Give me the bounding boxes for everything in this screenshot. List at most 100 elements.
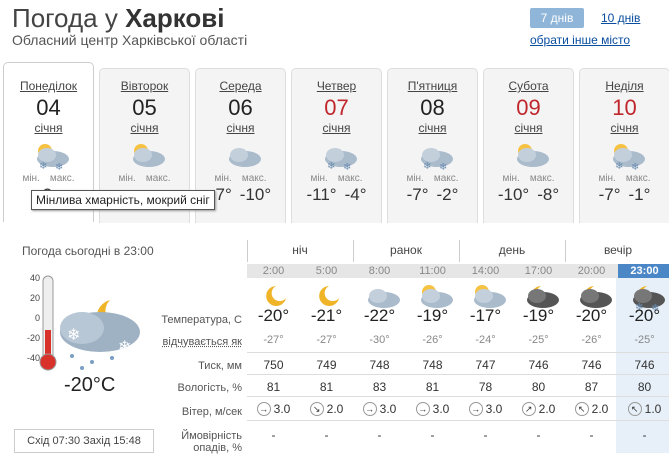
day-name[interactable]: Четвер: [292, 79, 381, 93]
min-temp: -11°: [306, 185, 337, 204]
svg-text:❄: ❄: [118, 339, 131, 356]
hour-prec: -: [536, 428, 541, 442]
label-temperature: Температура, С: [161, 314, 242, 326]
hour-time: 5:00: [315, 265, 338, 277]
hour-time: 20:00: [577, 265, 606, 277]
row-divider: [247, 352, 669, 353]
hour-prec: -: [271, 428, 276, 442]
hour-hum: 81: [425, 380, 440, 394]
hour-prec: -: [430, 428, 435, 442]
hour-wind: ↖ 2.0: [565, 402, 618, 416]
day-name[interactable]: Неділя: [580, 79, 669, 93]
hour-time: 11:00: [419, 265, 446, 277]
svg-text:❄: ❄: [631, 162, 639, 173]
period-10-days-link[interactable]: 10 днів: [601, 8, 640, 28]
day-month: січня: [514, 121, 543, 135]
scale-label: -40: [27, 353, 40, 363]
hour-press: 748: [422, 358, 443, 372]
wind-speed: 3.0: [432, 402, 450, 416]
label-precip-1: Ймовірність: [181, 430, 242, 442]
wind-direction-icon: →: [415, 402, 430, 416]
max-label: макс.: [241, 173, 267, 184]
wind-speed: 2.0: [326, 402, 344, 416]
min-label: мін.: [406, 173, 424, 184]
hourly-forecast-table: ніч ранок день вечір 2:00 5:00 8:00 11:00 14:00 1…: [247, 240, 669, 453]
page-subtitle: Обласний центр Харківської області: [12, 32, 248, 48]
wind-direction-icon: →: [468, 402, 483, 416]
day-tab[interactable]: Четвер 07 січня ❄ ❄ мін. макс. -11° -4°: [291, 68, 382, 223]
label-precip-2: опадів, %: [193, 442, 242, 454]
hour-temp: -19°: [522, 306, 555, 325]
hour-wind: → 3.0: [353, 402, 406, 416]
day-date: 07: [324, 95, 349, 120]
min-label: мін.: [214, 173, 232, 184]
hour-wind: → 3.0: [406, 402, 459, 416]
wind-speed: 3.0: [273, 402, 291, 416]
day-month: січня: [226, 121, 255, 135]
hour-press: 746: [581, 358, 602, 372]
day-name[interactable]: Вівторок: [100, 79, 189, 93]
svg-text:❄: ❄: [615, 161, 623, 172]
cloudy-icon: [217, 139, 265, 171]
wind-speed: 2.0: [538, 402, 556, 416]
hour-time: 2:00: [262, 265, 285, 277]
current-temperature: -20°C: [64, 374, 116, 396]
hour-prec: -: [483, 428, 488, 442]
cloud-sun-snow-rain-icon: ❄ ❄: [25, 139, 73, 173]
hour-press: 746: [634, 358, 655, 372]
max-temp: -2°: [436, 185, 459, 204]
period-7-days-button[interactable]: 7 днів: [530, 8, 584, 28]
day-tab[interactable]: Субота 09 січня мін. макс. -10° -8°: [483, 68, 574, 223]
day-name[interactable]: Субота: [484, 79, 573, 93]
wind-speed: 3.0: [379, 402, 397, 416]
now-label: Погода сьогодні в 23:00: [22, 244, 154, 258]
hour-wind: ↖ 1.0: [618, 402, 669, 416]
day-month: січня: [418, 121, 447, 135]
day-date: 04: [36, 95, 61, 120]
hour-time: 17:00: [524, 265, 553, 277]
hour-hum: 80: [531, 380, 546, 394]
svg-text:❄: ❄: [39, 161, 47, 172]
row-divider: [247, 374, 669, 375]
hour-temp: -20°: [257, 306, 290, 325]
sunrise-sunset: Схід 07:30 Захід 15:48: [14, 429, 154, 453]
hour-press: 746: [528, 358, 549, 372]
day-name[interactable]: Середа: [196, 79, 285, 93]
min-temp: -7°: [406, 185, 429, 204]
wind-direction-icon: →: [256, 402, 271, 416]
min-label: мін.: [118, 173, 136, 184]
weather-tooltip: Мінлива хмарність, мокрий сніг: [31, 190, 215, 210]
max-temp: -10°: [239, 185, 272, 204]
min-temp: -10°: [497, 185, 530, 204]
svg-text:❄: ❄: [439, 162, 447, 173]
section-0: ніч: [247, 240, 352, 262]
hour-wind: → 3.0: [247, 402, 300, 416]
max-label: макс.: [433, 173, 459, 184]
hour-press: 748: [369, 358, 390, 372]
choose-city-link[interactable]: обрати інше місто: [530, 33, 630, 47]
day-tab[interactable]: Неділя 10 січня ❄ ❄ мін. макс. -7° -1°: [579, 68, 669, 223]
min-label: мін.: [502, 173, 520, 184]
current-weather-panel: 40 20 0 -20 -40 ❄ ❄: [12, 270, 152, 375]
day-tab[interactable]: П'ятниця 08 січня ❄ ❄ мін. макс. -7° -2°: [387, 68, 478, 223]
section-3: вечір: [565, 240, 669, 262]
hour-feel: -25°: [528, 334, 549, 346]
hour-temp: -20°: [575, 306, 608, 325]
hour-hum: 87: [584, 380, 599, 394]
hour-temp: -22°: [363, 306, 396, 325]
hour-feel: -26°: [581, 334, 602, 346]
day-name[interactable]: Понеділок: [4, 79, 93, 93]
scale-label: 20: [30, 293, 40, 303]
hour-temp: -20°: [628, 306, 661, 325]
snow-cloud-icon: ❄ ❄: [409, 139, 457, 173]
hour-feel: -24°: [475, 334, 496, 346]
hour-prec: -: [377, 428, 382, 442]
hour-prec: -: [324, 428, 329, 442]
max-temp: -4°: [344, 185, 367, 204]
hour-temp: -17°: [469, 306, 502, 325]
hour-press: 750: [263, 358, 284, 372]
hour-hum: 80: [637, 380, 652, 394]
min-label: мін.: [22, 173, 40, 184]
hour-feel: -25°: [634, 334, 655, 346]
day-name[interactable]: П'ятниця: [388, 79, 477, 93]
